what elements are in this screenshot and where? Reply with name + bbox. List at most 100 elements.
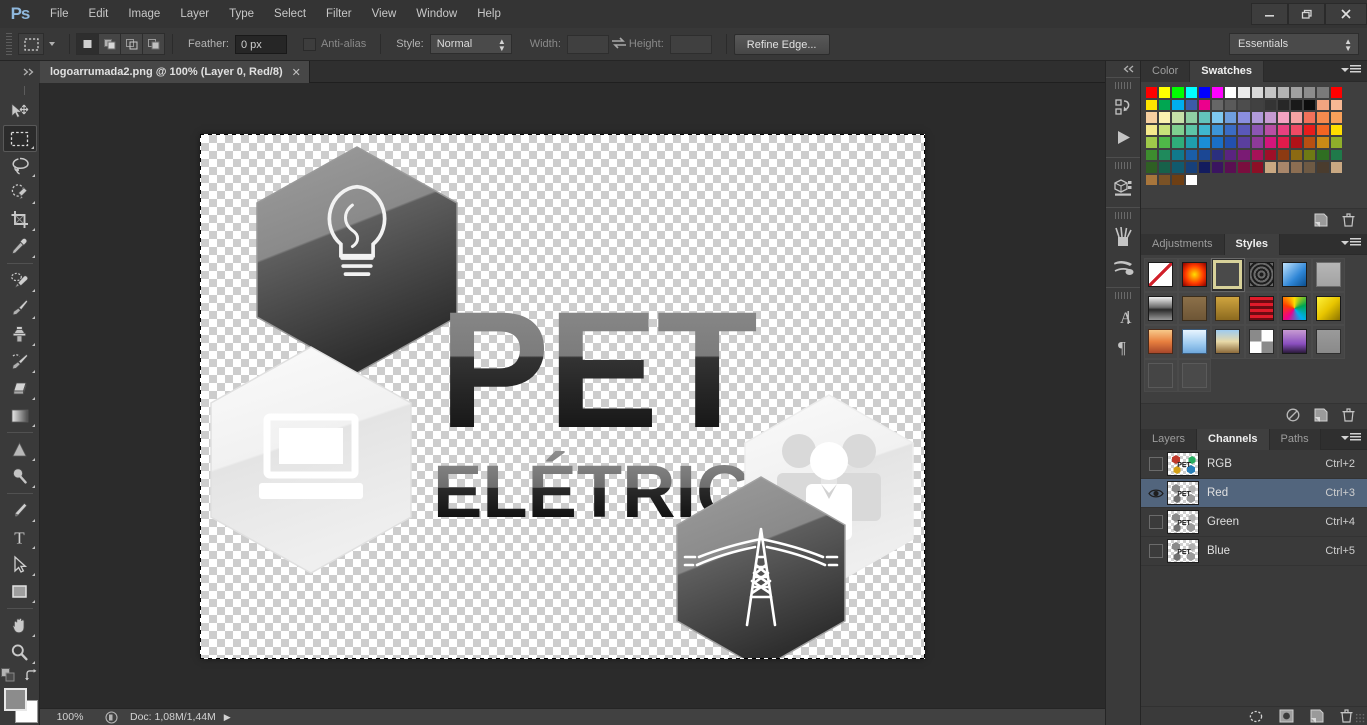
new-style-icon[interactable] bbox=[1314, 408, 1328, 422]
swatch-1-9[interactable] bbox=[1263, 98, 1277, 111]
swatch-6-6[interactable] bbox=[1224, 161, 1238, 174]
style-dark-rings[interactable] bbox=[1244, 258, 1278, 292]
swatch-2-10[interactable] bbox=[1276, 111, 1291, 124]
swatch-2-2[interactable] bbox=[1171, 111, 1185, 124]
channel-row-blue[interactable]: PET Blue Ctrl+5 bbox=[1141, 537, 1367, 566]
gradient-tool[interactable] bbox=[3, 402, 37, 429]
swatch-1-6[interactable] bbox=[1224, 98, 1238, 111]
style-none[interactable] bbox=[1144, 258, 1178, 292]
swatch-4-10[interactable] bbox=[1276, 136, 1291, 149]
menu-image[interactable]: Image bbox=[118, 0, 170, 28]
swatch-0-7[interactable] bbox=[1237, 86, 1251, 99]
spot-healing-brush-tool[interactable] bbox=[3, 267, 37, 294]
swatch-0-9[interactable] bbox=[1263, 86, 1277, 99]
swatch-0-14[interactable] bbox=[1329, 86, 1343, 99]
subtract-from-selection-button[interactable] bbox=[120, 33, 143, 55]
style-sunset[interactable] bbox=[1144, 325, 1178, 359]
swatch-3-8[interactable] bbox=[1250, 123, 1264, 136]
swap-colors-icon[interactable] bbox=[24, 668, 39, 683]
blur-tool[interactable] bbox=[3, 436, 37, 463]
swatch-6-13[interactable] bbox=[1316, 161, 1330, 174]
channels-list[interactable]: PET RGB Ctrl+2 PET Red Ctrl+3 PET Green Ctrl+4 PE… bbox=[1141, 450, 1367, 696]
delete-style-icon[interactable] bbox=[1342, 407, 1355, 422]
swatch-3-0[interactable] bbox=[1145, 123, 1159, 136]
swatch-1-2[interactable] bbox=[1171, 98, 1185, 111]
swatch-1-3[interactable] bbox=[1184, 98, 1198, 111]
style-empty-1[interactable] bbox=[1144, 358, 1178, 392]
swatch-4-11[interactable] bbox=[1290, 136, 1304, 149]
feather-input[interactable]: 0 px bbox=[234, 34, 287, 54]
menu-help[interactable]: Help bbox=[467, 0, 511, 28]
swatch-2-14[interactable] bbox=[1329, 111, 1343, 124]
tab-channels[interactable]: Channels bbox=[1197, 429, 1270, 450]
swatch-6-3[interactable] bbox=[1184, 161, 1198, 174]
menu-layer[interactable]: Layer bbox=[170, 0, 219, 28]
swatch-4-3[interactable] bbox=[1184, 136, 1198, 149]
swatch-5-14[interactable] bbox=[1329, 148, 1343, 161]
swatch-1-12[interactable] bbox=[1303, 98, 1317, 111]
swatch-6-4[interactable] bbox=[1197, 161, 1211, 174]
swatch-5-0[interactable] bbox=[1145, 148, 1159, 161]
swatch-3-1[interactable] bbox=[1158, 123, 1172, 136]
expand-panels-button[interactable] bbox=[1106, 61, 1140, 77]
menu-filter[interactable]: Filter bbox=[316, 0, 362, 28]
swatch-0-3[interactable] bbox=[1184, 86, 1198, 99]
minimize-button[interactable] bbox=[1251, 3, 1288, 25]
swatch-3-14[interactable] bbox=[1329, 123, 1343, 136]
close-tab-icon[interactable]: ✕ bbox=[292, 66, 301, 79]
canvas-area[interactable]: PET ELÉTRICA bbox=[40, 83, 1105, 708]
style-purple-gradient[interactable] bbox=[1278, 325, 1312, 359]
swatch-6-9[interactable] bbox=[1263, 161, 1277, 174]
swatch-2-9[interactable] bbox=[1263, 111, 1277, 124]
swatch-4-13[interactable] bbox=[1316, 136, 1330, 149]
intersect-with-selection-button[interactable] bbox=[142, 33, 165, 55]
swatch-6-8[interactable] bbox=[1250, 161, 1264, 174]
document-canvas[interactable]: PET ELÉTRICA bbox=[200, 134, 925, 659]
style-chrome-bevel[interactable] bbox=[1144, 291, 1178, 325]
style-noise-texture[interactable] bbox=[1244, 325, 1278, 359]
history-brush-tool[interactable] bbox=[3, 348, 37, 375]
rail-grip[interactable] bbox=[1115, 292, 1131, 299]
swatch-6-11[interactable] bbox=[1290, 161, 1304, 174]
swatch-5-8[interactable] bbox=[1250, 148, 1264, 161]
style-blue-sky[interactable] bbox=[1278, 258, 1312, 292]
style-select[interactable]: Normal ▲ ▼ bbox=[429, 34, 512, 54]
channel-visibility-toggle[interactable] bbox=[1145, 515, 1167, 529]
close-button[interactable] bbox=[1325, 3, 1367, 25]
swatch-grid[interactable] bbox=[1141, 82, 1367, 186]
tab-paths[interactable]: Paths bbox=[1269, 429, 1321, 450]
refine-edge-button[interactable]: Refine Edge... bbox=[733, 33, 830, 55]
rectangular-marquee-tool[interactable] bbox=[2, 125, 37, 152]
swatch-3-13[interactable] bbox=[1316, 123, 1330, 136]
tab-color[interactable]: Color bbox=[1141, 61, 1191, 82]
color-panel-menu-button[interactable] bbox=[1341, 65, 1361, 74]
swatch-2-0[interactable] bbox=[1145, 111, 1159, 124]
swatch-1-10[interactable] bbox=[1276, 98, 1291, 111]
options-bar-grip[interactable] bbox=[6, 33, 12, 55]
rectangle-tool[interactable] bbox=[3, 578, 37, 605]
swatch-7-0[interactable] bbox=[1145, 173, 1159, 186]
swatch-6-10[interactable] bbox=[1276, 161, 1291, 174]
swatch-6-0[interactable] bbox=[1145, 161, 1159, 174]
swatch-2-11[interactable] bbox=[1290, 111, 1304, 124]
brush-panel-button[interactable] bbox=[1108, 222, 1138, 252]
character-panel-button[interactable]: A bbox=[1108, 302, 1138, 332]
channel-visibility-toggle[interactable] bbox=[1145, 457, 1167, 471]
swatch-6-1[interactable] bbox=[1158, 161, 1172, 174]
style-ice-blue[interactable] bbox=[1177, 325, 1211, 359]
swatch-3-4[interactable] bbox=[1197, 123, 1211, 136]
swatch-2-4[interactable] bbox=[1197, 111, 1211, 124]
swatch-0-6[interactable] bbox=[1224, 86, 1238, 99]
swatch-2-13[interactable] bbox=[1316, 111, 1330, 124]
dock-resize-grip[interactable] bbox=[1355, 713, 1365, 723]
swatch-1-5[interactable] bbox=[1210, 98, 1225, 111]
style-red-glow[interactable] bbox=[1177, 258, 1211, 292]
foreground-background-colors[interactable] bbox=[2, 688, 38, 724]
swatch-2-8[interactable] bbox=[1250, 111, 1264, 124]
swatch-4-12[interactable] bbox=[1303, 136, 1317, 149]
rail-grip[interactable] bbox=[1115, 82, 1131, 89]
styles-grid[interactable] bbox=[1141, 255, 1367, 392]
swatch-0-10[interactable] bbox=[1276, 86, 1291, 99]
style-gray-inner-shadow[interactable] bbox=[1311, 325, 1345, 359]
swatch-3-5[interactable] bbox=[1210, 123, 1225, 136]
